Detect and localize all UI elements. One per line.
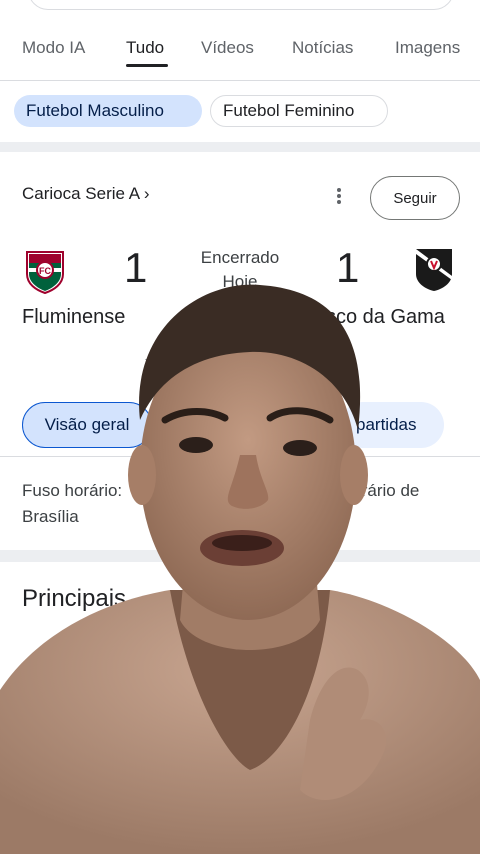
fluminense-crest-icon[interactable]: FC — [24, 248, 66, 299]
section-trailing-text: na — [372, 645, 395, 667]
league-link[interactable]: Carioca Serie A › — [22, 184, 150, 204]
tab-visao-geral[interactable]: Visão geral — [22, 402, 152, 448]
section-separator-2 — [0, 550, 480, 562]
tabs-divider — [0, 80, 480, 81]
away-score: 1 — [336, 244, 360, 291]
chip-futebol-masculino[interactable]: Futebol Masculino — [14, 95, 202, 127]
tab-tudo[interactable]: Tudo — [126, 38, 164, 58]
tab-modo-ia[interactable]: Modo IA — [22, 38, 85, 58]
svg-text:FC: FC — [39, 266, 51, 276]
home-score: 1 — [124, 244, 148, 291]
timezone-value-2: Brasília — [22, 507, 79, 526]
match-status-text: Encerrado — [200, 248, 280, 267]
away-team-name[interactable]: Vasco da Gama — [303, 306, 445, 329]
tab-noticias[interactable]: Notícias — [292, 38, 353, 58]
timezone-value: Horário de — [340, 481, 420, 500]
tab-imagens[interactable]: Imagens — [395, 38, 460, 58]
follow-button[interactable]: Seguir — [370, 176, 460, 220]
match-status: Encerrado Hoje — [180, 246, 300, 294]
faint-text-2: To — [145, 356, 159, 371]
chip-futebol-feminino[interactable]: Futebol Feminino — [210, 95, 388, 127]
section-title: Principais — [22, 585, 127, 612]
card-divider — [0, 456, 480, 457]
search-tabs: Modo IA Tudo Vídeos Notícias Imagens — [0, 30, 480, 70]
timezone-info: Fuso horário: Horário de Brasília — [22, 478, 462, 530]
section-separator — [0, 142, 480, 152]
vasco-crest-icon[interactable] — [414, 246, 454, 297]
home-team-name[interactable]: Fluminense — [22, 306, 125, 329]
tab-videos[interactable]: Vídeos — [201, 38, 254, 58]
search-box[interactable] — [28, 0, 454, 10]
match-date-text: Hoje — [222, 272, 258, 291]
more-options-icon[interactable] — [334, 186, 344, 208]
faint-text-1: S — [158, 336, 167, 351]
active-tab-indicator — [126, 64, 168, 67]
tab-partidas[interactable]: partidas — [340, 402, 444, 448]
timezone-label: Fuso horário: — [22, 481, 123, 500]
